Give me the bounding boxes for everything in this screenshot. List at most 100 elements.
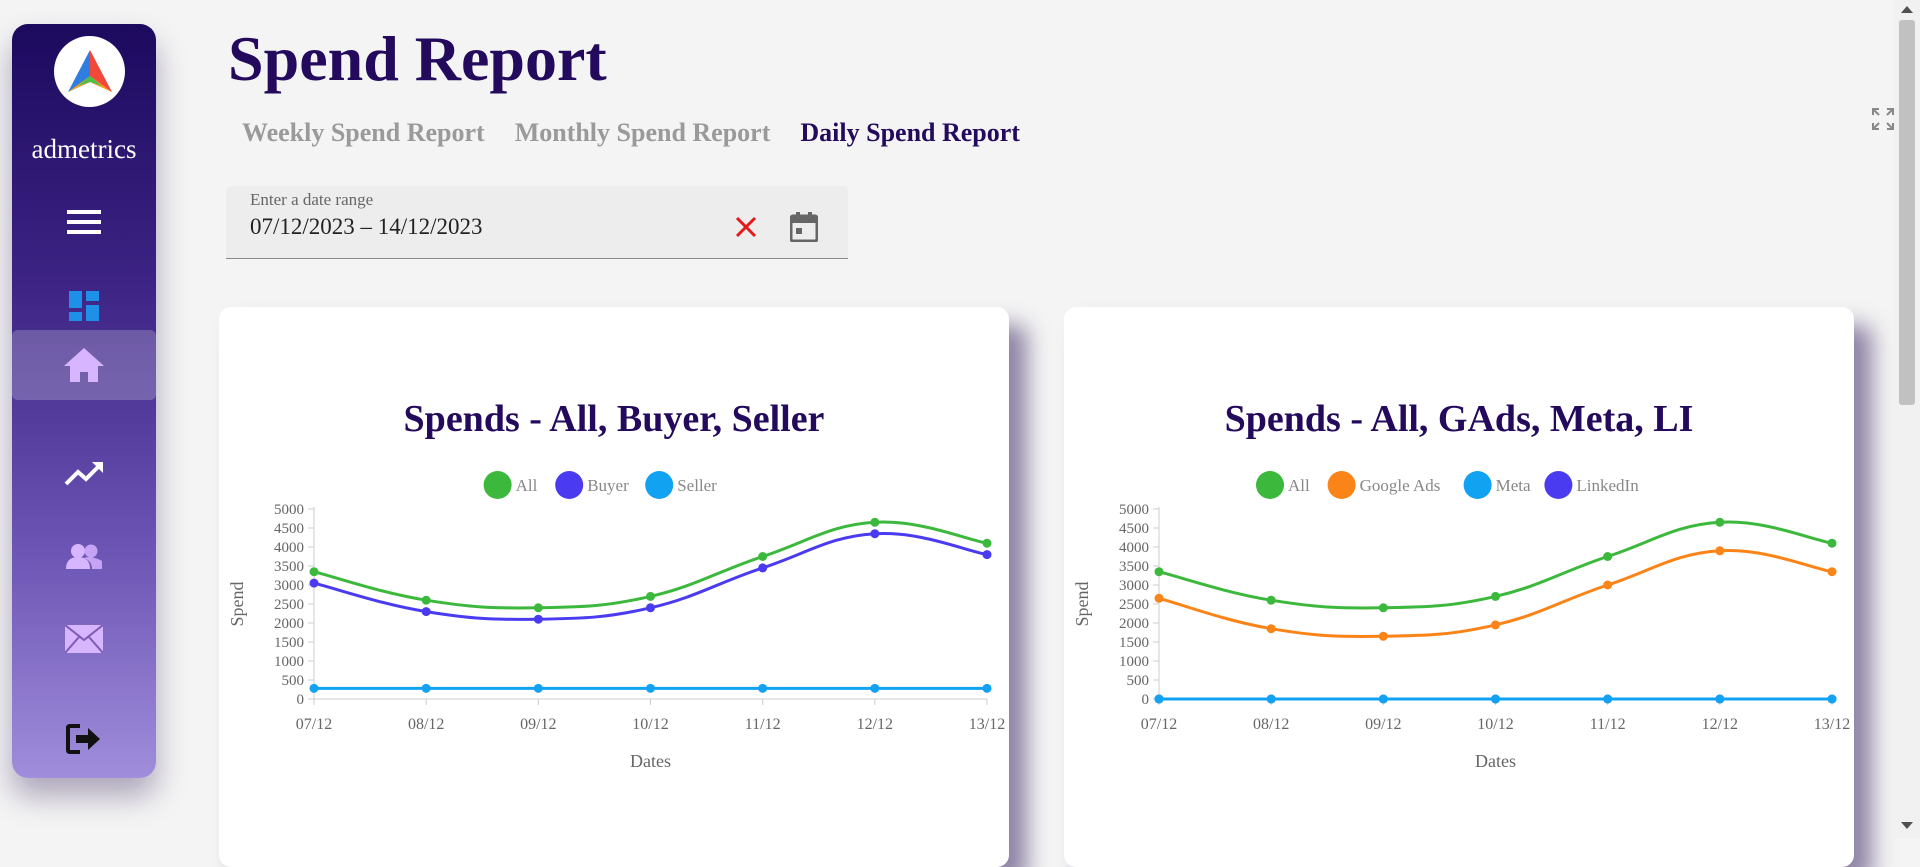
legend-item-meta[interactable]: Meta <box>1463 471 1531 499</box>
data-point-seller[interactable] <box>870 683 880 693</box>
data-point-google-ads[interactable] <box>1378 631 1388 641</box>
data-point-all[interactable] <box>758 552 768 561</box>
logo-icon <box>68 50 112 92</box>
data-point-meta[interactable] <box>1603 694 1613 704</box>
scroll-thumb[interactable] <box>1899 20 1915 405</box>
legend-item-google-ads[interactable]: Google Ads <box>1327 471 1441 499</box>
data-point-buyer[interactable] <box>982 550 992 560</box>
legend-item-seller[interactable]: Seller <box>645 471 717 499</box>
y-tick-label: 5000 <box>274 502 304 518</box>
y-tick-label: 3000 <box>274 578 304 594</box>
data-point-buyer[interactable] <box>870 529 880 539</box>
data-point-google-ads[interactable] <box>1154 593 1164 603</box>
legend-item-linkedin[interactable]: LinkedIn <box>1544 471 1639 499</box>
data-point-google-ads[interactable] <box>1715 546 1725 556</box>
scroll-down-arrow[interactable] <box>1901 822 1913 829</box>
data-point-all[interactable] <box>870 517 880 527</box>
fullscreen-icon <box>1872 108 1894 130</box>
data-point-meta[interactable] <box>1715 694 1725 704</box>
data-point-meta[interactable] <box>1378 694 1388 704</box>
data-point-all[interactable] <box>1154 567 1164 577</box>
y-tick-label: 1500 <box>274 635 304 651</box>
data-point-seller[interactable] <box>982 683 992 693</box>
date-range-input[interactable]: 07/12/2023 – 14/12/2023 <box>250 214 483 240</box>
data-point-all[interactable] <box>982 538 992 548</box>
clear-date-button[interactable] <box>735 216 757 243</box>
x-tick-label: 11/12 <box>745 716 781 733</box>
sidebar-item-analytics[interactable] <box>12 438 156 508</box>
home-icon <box>64 348 104 382</box>
x-tick-label: 09/12 <box>520 716 556 733</box>
data-point-buyer[interactable] <box>309 578 319 588</box>
logout-button[interactable] <box>12 704 156 774</box>
data-point-seller[interactable] <box>533 683 543 693</box>
data-point-all[interactable] <box>646 591 655 601</box>
data-point-seller[interactable] <box>421 683 431 693</box>
y-axis-title: Spend <box>1072 582 1092 627</box>
data-point-all[interactable] <box>533 603 543 613</box>
y-tick-label: 500 <box>1127 673 1150 689</box>
data-point-seller[interactable] <box>309 683 319 693</box>
legend-label: All <box>1288 476 1310 495</box>
x-tick-label: 13/12 <box>1814 716 1850 733</box>
data-point-google-ads[interactable] <box>1491 620 1500 630</box>
legend-item-buyer[interactable]: Buyer <box>555 471 629 499</box>
data-point-seller[interactable] <box>758 683 768 693</box>
x-tick-label: 12/12 <box>857 716 893 733</box>
tab-daily-spend-report[interactable]: Daily Spend Report <box>800 118 1020 148</box>
data-point-all[interactable] <box>1827 538 1837 548</box>
date-range-field[interactable]: Enter a date range 07/12/2023 – 14/12/20… <box>226 186 848 259</box>
dashboard-icon <box>69 291 99 321</box>
data-point-buyer[interactable] <box>421 607 431 617</box>
fullscreen-button[interactable] <box>1871 107 1895 136</box>
x-axis-title: Dates <box>1475 751 1516 771</box>
data-point-buyer[interactable] <box>758 563 768 573</box>
data-point-all[interactable] <box>1378 603 1388 613</box>
data-point-all[interactable] <box>1266 595 1276 605</box>
data-point-google-ads[interactable] <box>1603 580 1613 590</box>
legend-item-all[interactable]: All <box>483 471 538 499</box>
data-point-all[interactable] <box>1603 552 1613 561</box>
data-point-buyer[interactable] <box>533 614 543 624</box>
menu-button[interactable] <box>12 187 156 257</box>
data-point-google-ads[interactable] <box>1266 624 1276 634</box>
data-point-meta[interactable] <box>1154 694 1164 704</box>
series-buyer <box>309 529 992 624</box>
y-tick-label: 1500 <box>1119 635 1149 651</box>
legend-item-all[interactable]: All <box>1256 471 1310 499</box>
scroll-up-arrow[interactable] <box>1901 6 1913 13</box>
sidebar-item-home[interactable] <box>12 330 156 400</box>
legend-label: Buyer <box>587 476 629 495</box>
series-seller <box>309 683 992 693</box>
data-point-buyer[interactable] <box>646 603 655 613</box>
y-tick-label: 0 <box>297 692 305 708</box>
legend-swatch <box>1327 471 1356 499</box>
data-point-all[interactable] <box>309 567 319 577</box>
tab-weekly-spend-report[interactable]: Weekly Spend Report <box>242 118 485 148</box>
sidebar-item-users[interactable] <box>12 521 156 591</box>
y-tick-label: 500 <box>282 673 305 689</box>
page-scrollbar[interactable] <box>1894 0 1920 839</box>
y-tick-label: 3500 <box>274 559 304 575</box>
data-point-meta[interactable] <box>1266 694 1276 704</box>
sidebar: admetrics <box>12 24 156 778</box>
calendar-icon <box>789 212 819 243</box>
sidebar-item-mail[interactable] <box>12 604 156 674</box>
legend-label: Seller <box>677 476 717 495</box>
data-point-google-ads[interactable] <box>1827 567 1837 577</box>
series-all <box>309 517 992 613</box>
tab-monthly-spend-report[interactable]: Monthly Spend Report <box>515 118 771 148</box>
data-point-all[interactable] <box>1491 591 1500 601</box>
legend-label: All <box>516 476 538 495</box>
data-point-all[interactable] <box>421 595 431 605</box>
y-tick-label: 3000 <box>1119 578 1149 594</box>
calendar-button[interactable] <box>789 212 819 247</box>
legend-label: LinkedIn <box>1576 476 1639 495</box>
data-point-meta[interactable] <box>1491 694 1500 704</box>
data-point-meta[interactable] <box>1827 694 1837 704</box>
x-tick-label: 07/12 <box>296 716 332 733</box>
data-point-all[interactable] <box>1715 517 1725 527</box>
data-point-seller[interactable] <box>646 683 655 693</box>
y-tick-label: 4500 <box>274 521 304 537</box>
x-tick-label: 07/12 <box>1141 716 1177 733</box>
